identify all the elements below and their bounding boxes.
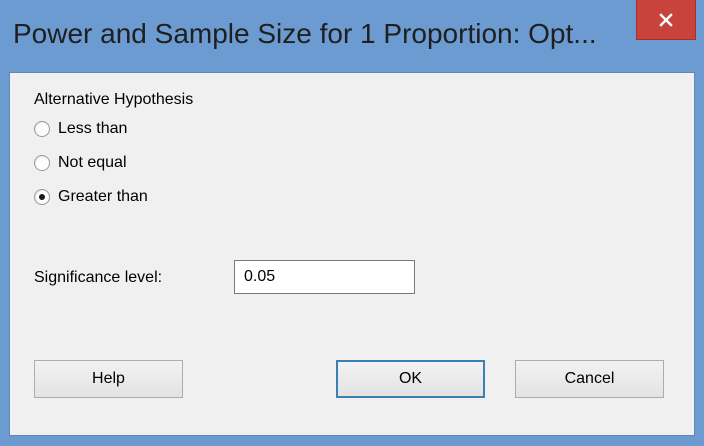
radio-selected-dot <box>39 194 45 200</box>
radio-label-not-equal[interactable]: Not equal <box>58 154 127 172</box>
help-button[interactable]: Help <box>34 360 183 398</box>
window-title: Power and Sample Size for 1 Proportion: … <box>13 18 597 49</box>
radio-label-greater-than[interactable]: Greater than <box>58 188 148 206</box>
title-bar[interactable]: Power and Sample Size for 1 Proportion: … <box>0 0 704 72</box>
close-icon <box>659 12 673 27</box>
cancel-button[interactable]: Cancel <box>515 360 664 398</box>
radio-button-icon[interactable] <box>34 121 50 137</box>
radio-label-less-than[interactable]: Less than <box>58 120 127 138</box>
dialog-body: Alternative Hypothesis Less than Not equ… <box>9 72 695 436</box>
significance-level-input[interactable]: 0.05 <box>234 260 415 294</box>
radio-greater-than[interactable]: Greater than <box>34 185 148 209</box>
dialog-window: Power and Sample Size for 1 Proportion: … <box>0 0 704 446</box>
significance-level-label: Significance level: <box>34 269 163 286</box>
radio-less-than[interactable]: Less than <box>34 117 127 141</box>
radio-button-icon[interactable] <box>34 189 50 205</box>
radio-button-icon[interactable] <box>34 155 50 171</box>
ok-button[interactable]: OK <box>336 360 485 398</box>
radio-not-equal[interactable]: Not equal <box>34 151 127 175</box>
alternative-hypothesis-label: Alternative Hypothesis <box>34 91 194 108</box>
close-button[interactable] <box>636 0 696 40</box>
